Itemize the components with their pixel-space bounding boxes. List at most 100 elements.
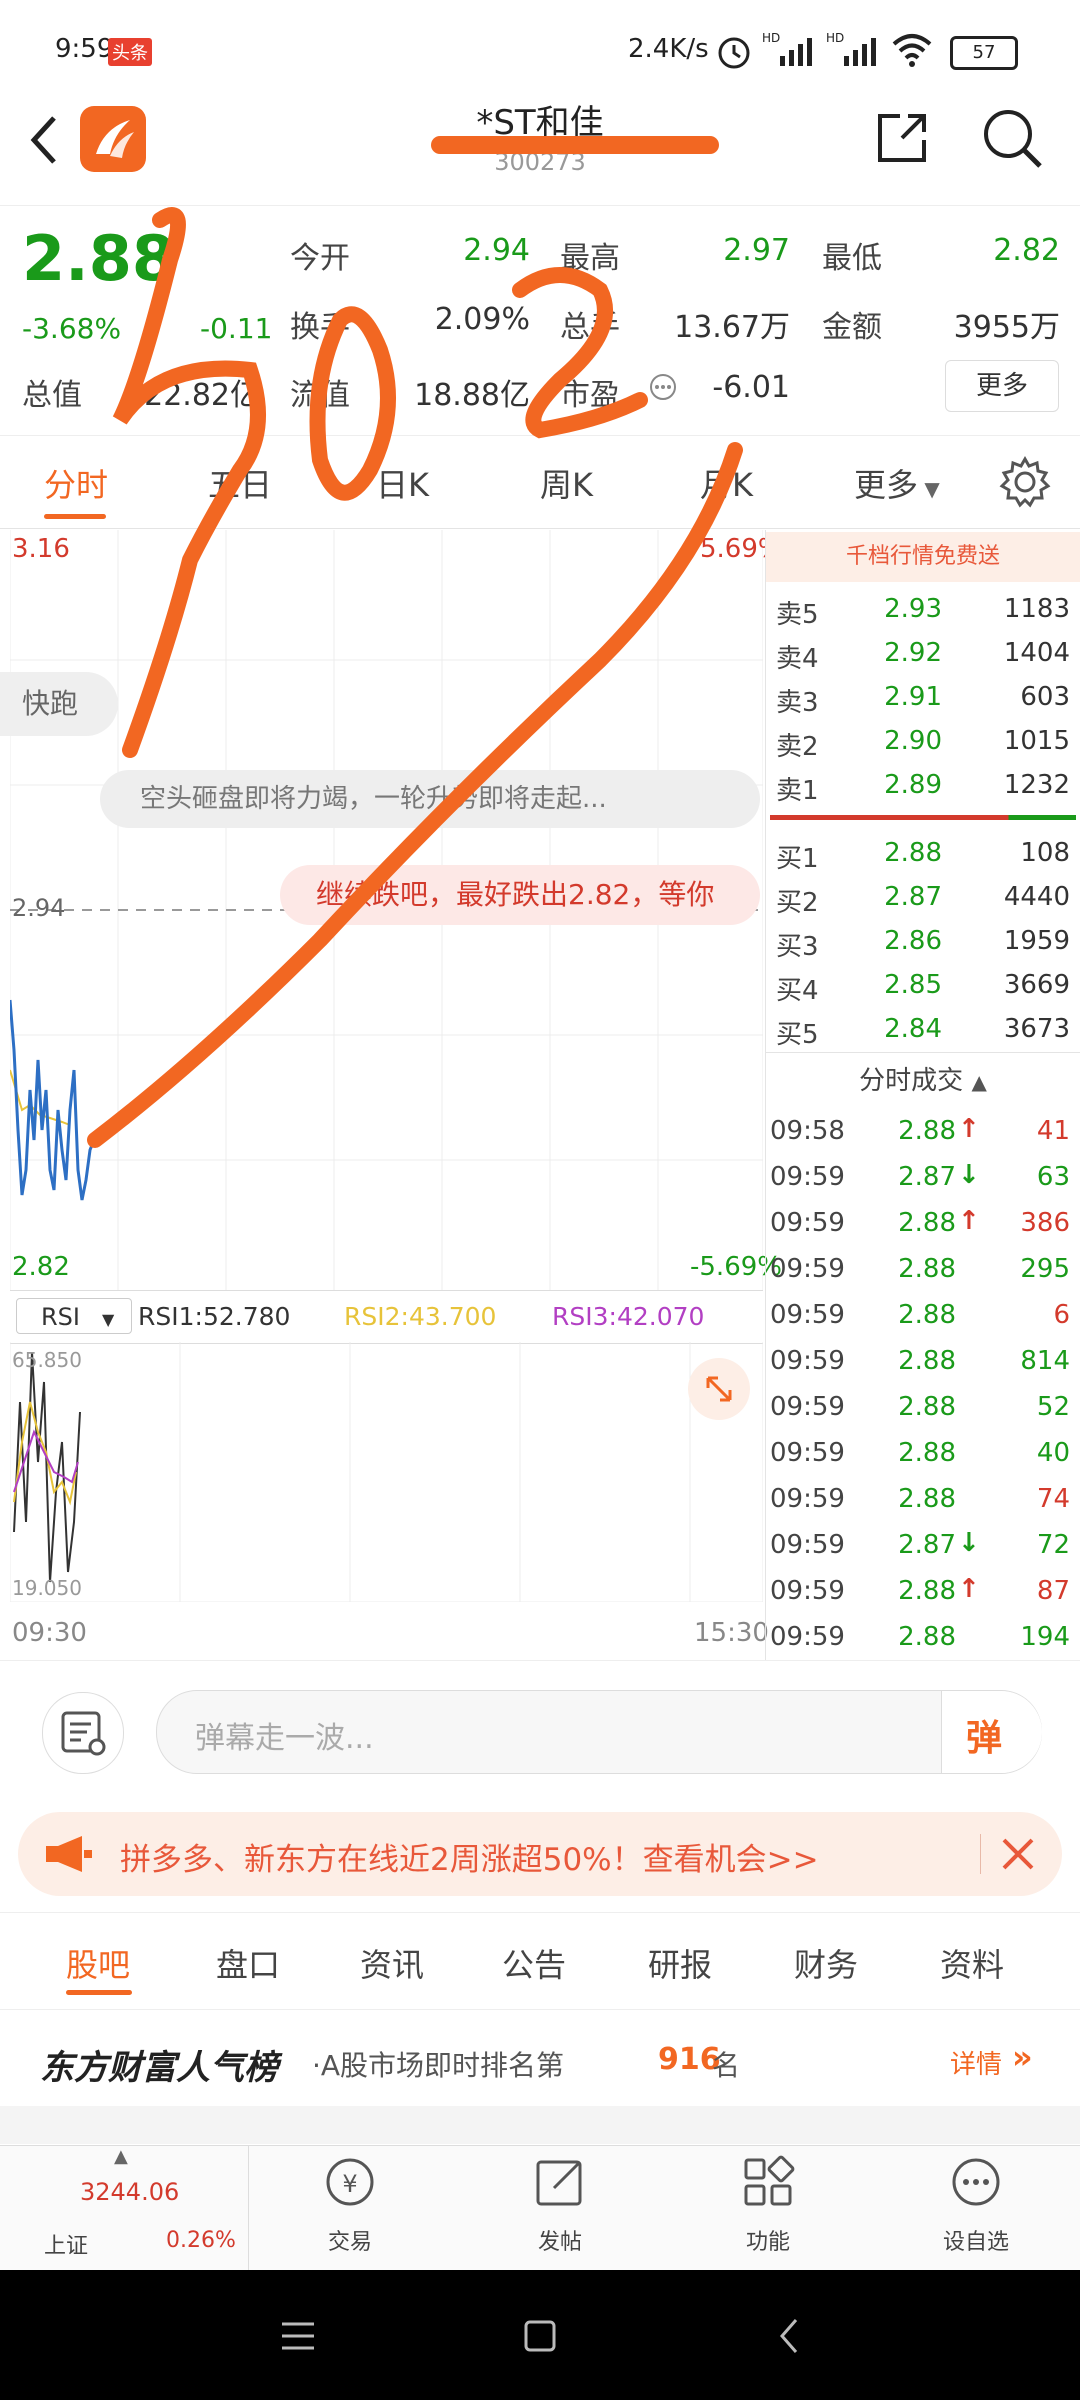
send-barrage-button[interactable]: 弹 <box>941 1691 1042 1773</box>
bids-row[interactable]: 买2 2.87 4440 <box>766 874 1080 918</box>
level-data-banner[interactable]: 千档行情免费送 <box>766 532 1080 582</box>
trade-time: 09:59 <box>770 1576 845 1606</box>
asks-volume: 1232 <box>1003 770 1070 800</box>
trade-icon: ¥ <box>326 2158 374 2206</box>
asks-volume: 603 <box>1020 682 1070 712</box>
quick-run-bubble[interactable]: 快跑 <box>0 672 118 736</box>
pe-label: 市盈 <box>560 378 620 413</box>
home-icon[interactable] <box>520 2316 560 2356</box>
volume-value: 13.67万 <box>674 310 790 345</box>
bids-row[interactable]: 买4 2.85 3669 <box>766 962 1080 1006</box>
wifi-icon <box>892 34 932 67</box>
app-logo[interactable] <box>80 106 146 172</box>
nav-functions[interactable]: 功能 <box>718 2152 818 2267</box>
bids-row[interactable]: 买3 2.86 1959 <box>766 918 1080 962</box>
tab-more[interactable]: 更多 ▼ <box>854 460 940 506</box>
asks-price: 2.93 <box>884 594 942 624</box>
trade-price: 2.88 <box>898 1622 956 1652</box>
bids-volume: 108 <box>1020 838 1070 868</box>
rsi-chart[interactable] <box>10 1342 763 1602</box>
trade-row: 09:59 2.87 ↓ 63 <box>766 1154 1080 1200</box>
trade-price: 2.87 <box>898 1530 956 1560</box>
bids-volume: 4440 <box>1003 882 1070 912</box>
tab-monthly-k[interactable]: 月K <box>700 460 753 506</box>
bids-label: 买5 <box>776 1020 819 1050</box>
tab-profile[interactable]: 资料 <box>940 1940 1004 1986</box>
nav-watchlist-label: 设自选 <box>942 2230 1009 2255</box>
trades-list: 09:58 2.88 ↑ 41 09:59 2.87 ↓ 63 09:59 2.88 ↑ 386 09:… <box>766 1108 1080 1660</box>
asks-label: 卖1 <box>776 776 819 806</box>
bids-label: 买4 <box>776 976 819 1006</box>
settings-gear-icon[interactable] <box>998 455 1052 509</box>
barrage-input[interactable]: 弹幕走一波... 弹 <box>156 1690 1042 1774</box>
tab-announcements[interactable]: 公告 <box>502 1940 566 1986</box>
index-pct: 0.26% <box>166 2228 236 2253</box>
asks-row[interactable]: 卖3 2.91 603 <box>766 674 1080 718</box>
expand-button[interactable] <box>688 1358 750 1420</box>
tab-five-day[interactable]: 五日 <box>208 460 272 506</box>
tab-market-depth[interactable]: 盘口 <box>216 1940 280 1986</box>
high-value: 2.97 <box>723 233 790 268</box>
trade-row: 09:59 2.88 6 <box>766 1292 1080 1338</box>
barrage-placeholder: 弹幕走一波... <box>195 1721 374 1756</box>
asks-row[interactable]: 卖2 2.90 1015 <box>766 718 1080 762</box>
bids-volume: 3673 <box>1003 1014 1070 1044</box>
popularity-rank-row[interactable]: 东方财富人气榜 ·A股市场即时排名第 916 名 详情 » <box>0 2010 1080 2106</box>
asks-row[interactable]: 卖5 2.93 1183 <box>766 586 1080 630</box>
asks-row[interactable]: 卖4 2.92 1404 <box>766 630 1080 674</box>
asks-label: 卖3 <box>776 688 819 718</box>
index-value: 3244.06 <box>80 2178 180 2206</box>
tab-news[interactable]: 资讯 <box>360 1940 424 1986</box>
trade-volume: 63 <box>1036 1162 1070 1192</box>
asks-volume: 1015 <box>1003 726 1070 756</box>
asks-row[interactable]: 卖1 2.89 1232 <box>766 762 1080 806</box>
trade-time: 09:59 <box>770 1300 845 1330</box>
down-arrow-icon: ↓ <box>958 1528 980 1558</box>
system-back-icon[interactable] <box>770 2314 810 2358</box>
search-icon[interactable] <box>980 106 1046 172</box>
more-button[interactable]: 更多 <box>945 360 1059 412</box>
tab-research[interactable]: 研报 <box>648 1940 712 1986</box>
tab-forum[interactable]: 股吧 <box>66 1940 130 1986</box>
index-ticker[interactable]: ▲ 3244.06 上证 0.26% <box>0 2146 249 2270</box>
bids-row[interactable]: 买5 2.84 3673 <box>766 1006 1080 1050</box>
rank-prefix: ·A股市场即时排名第 <box>312 2049 565 2082</box>
trade-volume: 87 <box>1036 1576 1070 1606</box>
bids-price: 2.87 <box>884 882 942 912</box>
bids-volume: 1959 <box>1003 926 1070 956</box>
share-icon[interactable] <box>872 108 932 168</box>
barrage-settings-button[interactable] <box>42 1692 124 1774</box>
trade-volume: 295 <box>1020 1254 1070 1284</box>
asks-label: 卖4 <box>776 644 819 674</box>
rank-details-link[interactable]: 详情 <box>950 2044 1002 2081</box>
change-amt: -0.11 <box>200 312 273 345</box>
stock-code: 300273 <box>494 148 586 176</box>
back-icon[interactable] <box>24 110 64 170</box>
nav-trade[interactable]: ¥ 交易 <box>300 2152 400 2267</box>
tab-weekly-k[interactable]: 周K <box>540 460 593 506</box>
promo-banner[interactable]: 拼多多、新东方在线近2周涨超50%！查看机会>> <box>18 1812 1062 1896</box>
tab-daily-k[interactable]: 日K <box>376 460 429 506</box>
asks-volume: 1404 <box>1003 638 1070 668</box>
up-arrow-icon: ↑ <box>958 1574 980 1604</box>
high-label: 最高 <box>560 241 620 276</box>
svg-text:HD: HD <box>826 31 844 45</box>
volume-label: 总手 <box>560 310 620 345</box>
tab-intraday[interactable]: 分时 <box>44 460 108 506</box>
trades-title-row[interactable]: 分时成交 ▲ <box>766 1060 1080 1097</box>
more-info-icon[interactable] <box>648 372 678 402</box>
bids-row[interactable]: 买1 2.88 108 <box>766 830 1080 874</box>
trade-time: 09:59 <box>770 1208 845 1238</box>
chart-ref-price: 2.94 <box>12 894 66 922</box>
rsi-select[interactable]: RSI ▼ <box>16 1298 132 1334</box>
tab-financials[interactable]: 财务 <box>794 1940 858 1986</box>
trade-row: 09:59 2.88 814 <box>766 1338 1080 1384</box>
menu-icon[interactable] <box>278 2318 318 2354</box>
nav-post-label: 发帖 <box>537 2230 582 2255</box>
trade-price: 2.88 <box>898 1392 956 1422</box>
asks-price: 2.89 <box>884 770 942 800</box>
close-icon[interactable] <box>998 1834 1038 1874</box>
nav-watchlist[interactable]: 设自选 <box>926 2152 1026 2267</box>
nav-post[interactable]: 发帖 <box>510 2152 610 2267</box>
trade-time: 09:58 <box>770 1116 845 1146</box>
